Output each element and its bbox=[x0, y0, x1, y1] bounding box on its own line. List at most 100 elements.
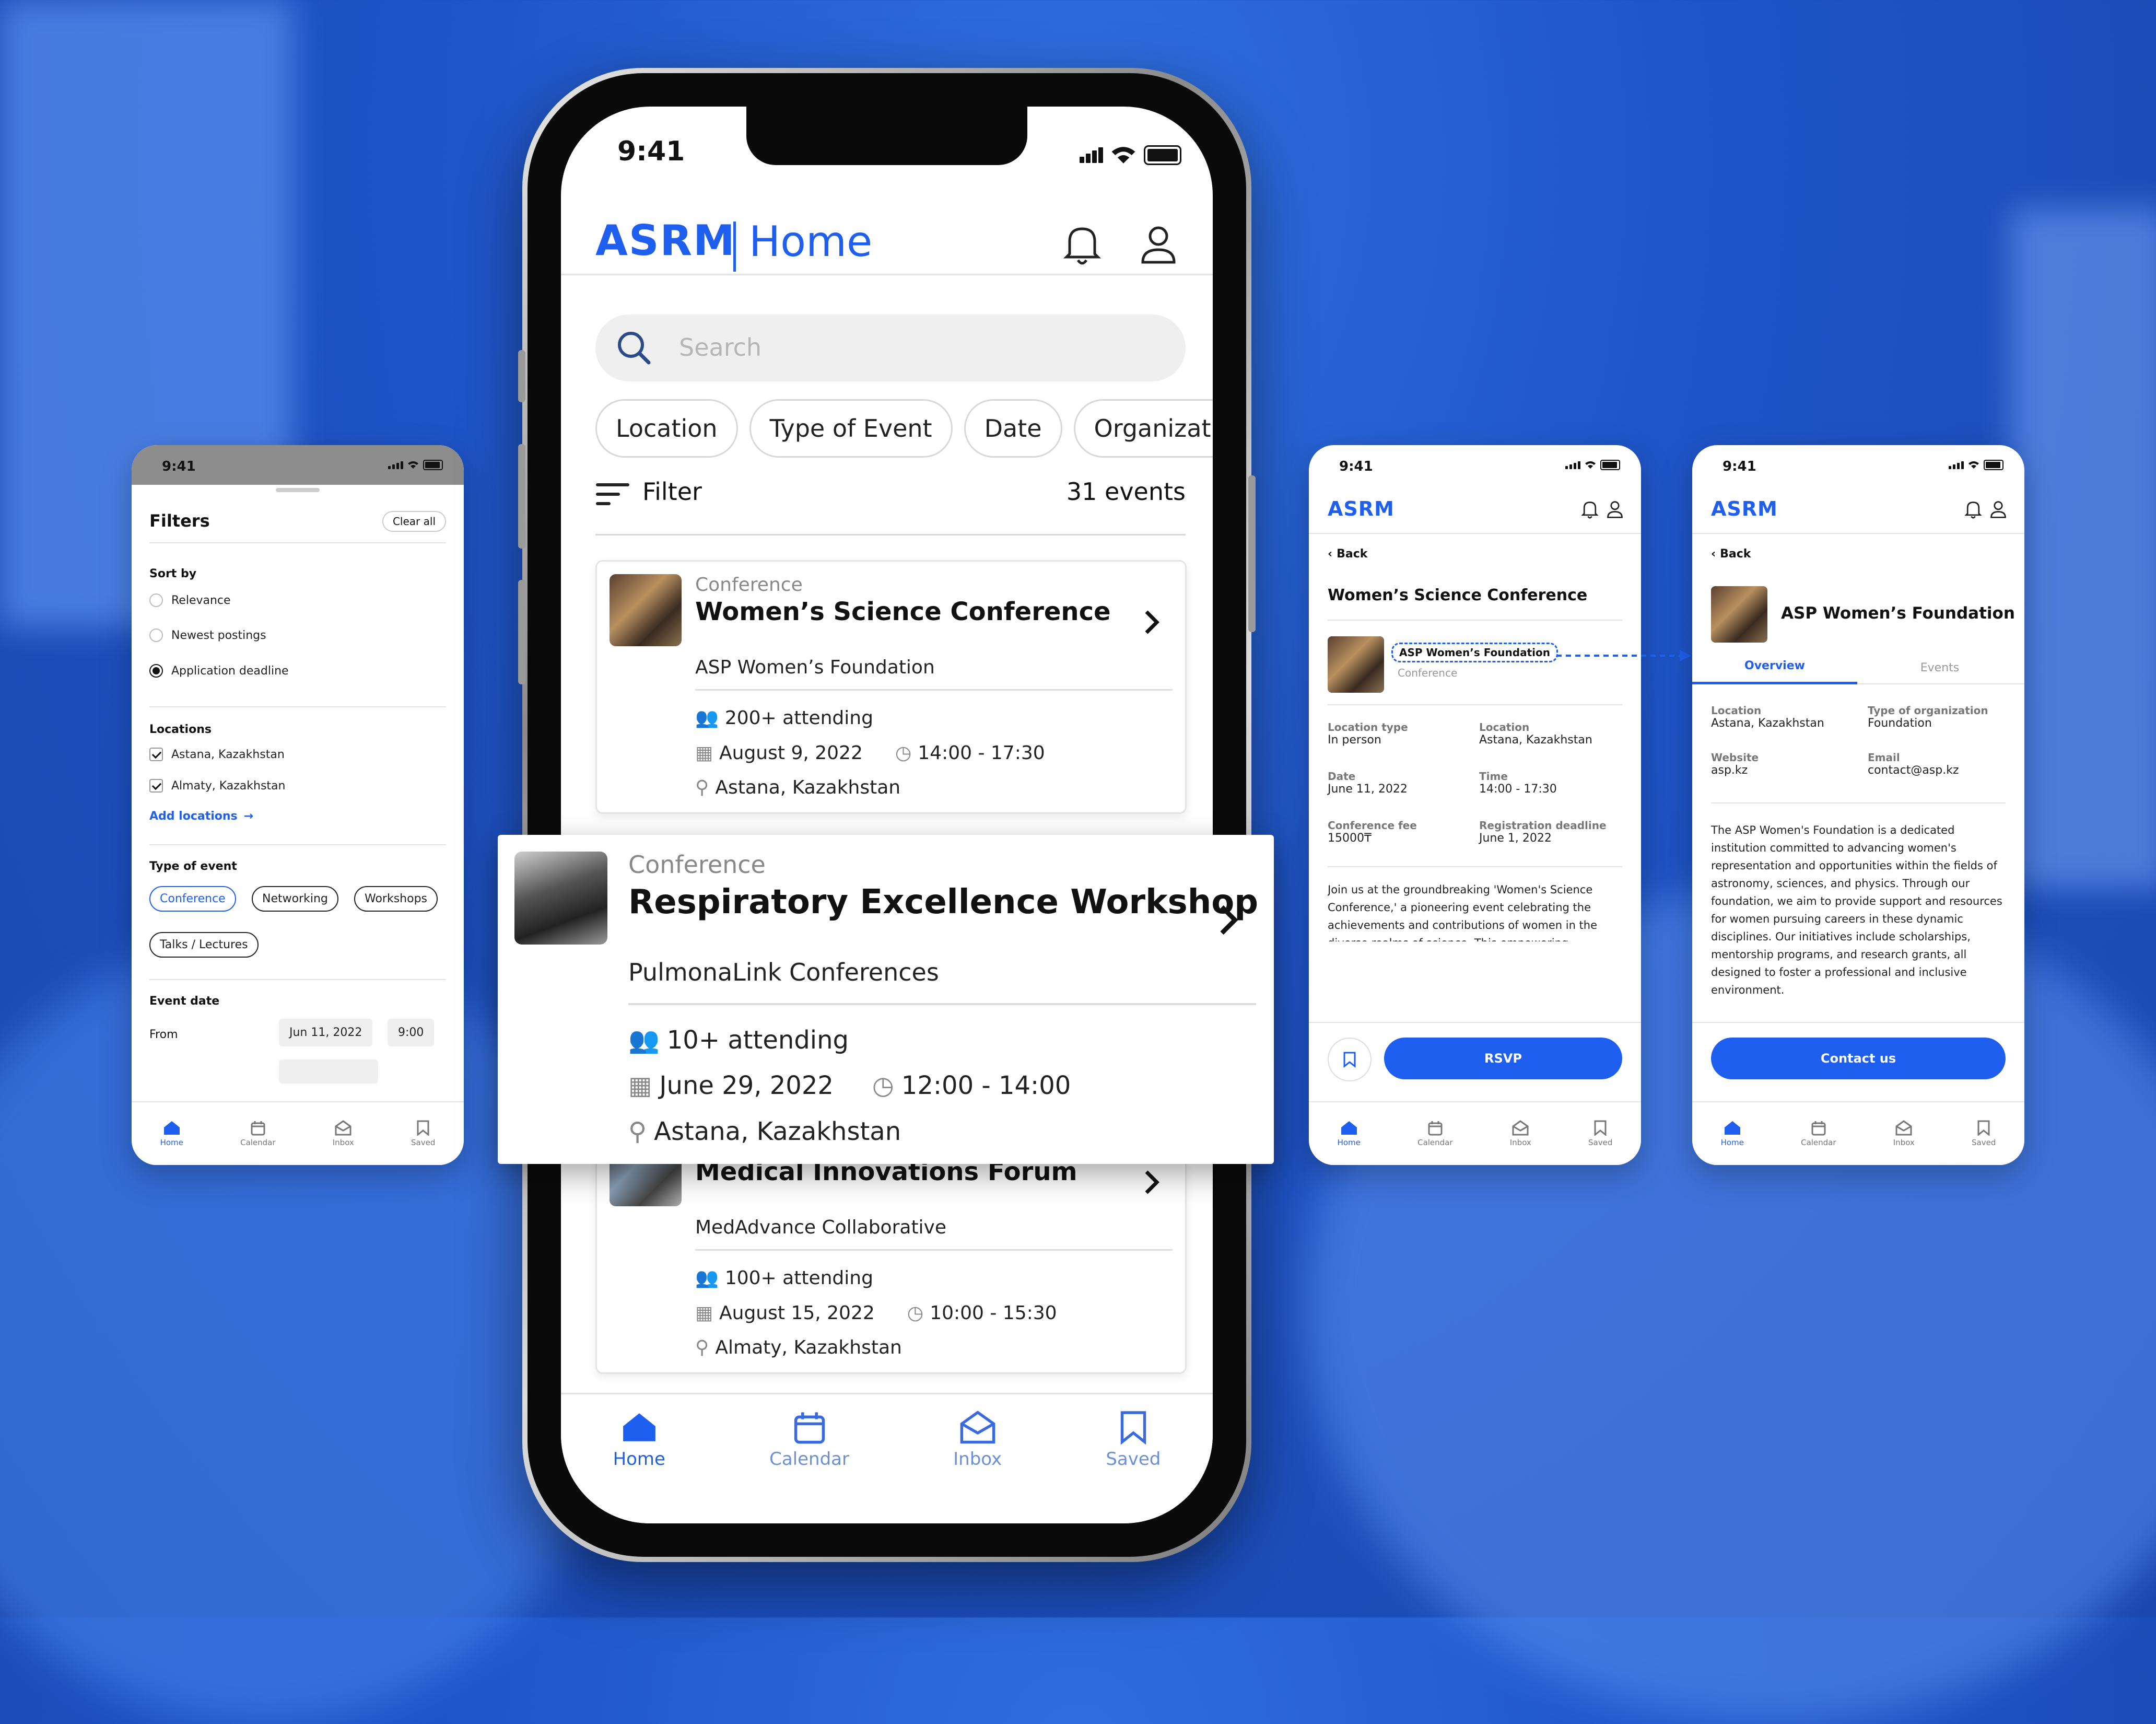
field-date: Date June 11, 2022 bbox=[1328, 770, 1408, 796]
to-date-field[interactable] bbox=[279, 1059, 378, 1084]
event-thumbnail bbox=[610, 574, 682, 646]
bookmark-icon bbox=[417, 1120, 429, 1136]
field-value: 15000₸ bbox=[1328, 832, 1372, 845]
pin-icon: ⚲ bbox=[695, 1337, 709, 1358]
search-input[interactable]: Search bbox=[595, 314, 1186, 381]
wifi-icon bbox=[1111, 147, 1135, 164]
chip-date[interactable]: Date bbox=[964, 399, 1062, 458]
chip-type-of-event[interactable]: Type of Event bbox=[749, 399, 953, 458]
status-icons bbox=[1949, 460, 2003, 470]
tab-home[interactable]: Home bbox=[613, 1410, 665, 1523]
bell-icon[interactable] bbox=[1964, 499, 1983, 519]
field-label: Conference fee bbox=[1328, 819, 1417, 832]
tab-calendar[interactable]: Calendar bbox=[1801, 1120, 1836, 1147]
tab-saved[interactable]: Saved bbox=[1972, 1120, 1996, 1147]
type-pill-talks[interactable]: Talks / Lectures bbox=[149, 932, 259, 958]
tab-saved[interactable]: Saved bbox=[411, 1120, 435, 1147]
attending-count: 200+ attending bbox=[724, 707, 873, 729]
rsvp-button[interactable]: RSVP bbox=[1384, 1038, 1622, 1079]
divider bbox=[149, 706, 446, 707]
sort-option-relevance[interactable]: Relevance bbox=[149, 593, 231, 607]
tab-overview[interactable]: Overview bbox=[1692, 659, 1857, 672]
tab-bar: Home Calendar Inbox Saved bbox=[561, 1393, 1213, 1523]
sort-option-deadline[interactable]: Application deadline bbox=[149, 664, 289, 678]
tab-saved[interactable]: Saved bbox=[1588, 1120, 1612, 1147]
field-label: Type of organization bbox=[1868, 704, 1988, 717]
signal-icon bbox=[388, 461, 403, 469]
event-title: Women’s Science Conference bbox=[695, 597, 1111, 626]
filter-icon[interactable] bbox=[595, 482, 630, 508]
tab-home[interactable]: Home bbox=[1721, 1120, 1744, 1147]
tab-label: Saved bbox=[411, 1138, 436, 1147]
tab-inbox[interactable]: Inbox bbox=[1893, 1120, 1915, 1147]
chip-organization[interactable]: Organizatic bbox=[1073, 399, 1213, 458]
back-button[interactable]: ‹ Back bbox=[1328, 548, 1367, 561]
location-checkbox-almaty[interactable]: Almaty, Kazakhstan bbox=[149, 779, 285, 793]
bell-icon[interactable] bbox=[1061, 223, 1103, 266]
field-value: June 11, 2022 bbox=[1328, 783, 1408, 796]
add-locations-link[interactable]: Add locations → bbox=[149, 810, 253, 823]
tab-indicator bbox=[1692, 682, 1857, 684]
tab-inbox[interactable]: Inbox bbox=[953, 1410, 1002, 1523]
featured-event-card[interactable]: Conference Respiratory Excellence Worksh… bbox=[498, 835, 1274, 1164]
user-icon[interactable] bbox=[1138, 223, 1179, 266]
field-fee: Conference fee 15000₸ bbox=[1328, 819, 1417, 845]
home-screen: 9:41 ASRM Home Search Location Type of E… bbox=[561, 107, 1213, 1523]
tab-home[interactable]: Home bbox=[1338, 1120, 1361, 1147]
chevron-right-icon[interactable] bbox=[1141, 609, 1162, 636]
back-button[interactable]: ‹ Back bbox=[1711, 548, 1751, 561]
phone-side-button bbox=[518, 350, 525, 402]
field-value: June 1, 2022 bbox=[1479, 832, 1552, 845]
clear-all-button[interactable]: Clear all bbox=[382, 511, 446, 532]
from-date-field[interactable]: Jun 11, 2022 bbox=[279, 1019, 373, 1046]
location-checkbox-astana[interactable]: Astana, Kazakhstan bbox=[149, 748, 285, 761]
chip-location[interactable]: Location bbox=[595, 399, 738, 458]
chevron-right-icon[interactable] bbox=[1141, 1169, 1162, 1196]
tab-calendar[interactable]: Calendar bbox=[769, 1410, 849, 1523]
bookmark-icon bbox=[1977, 1120, 1990, 1136]
tab-events[interactable]: Events bbox=[1857, 661, 2022, 674]
type-pill-conference[interactable]: Conference bbox=[149, 886, 236, 912]
home-icon bbox=[623, 1413, 655, 1441]
filter-button[interactable]: Filter bbox=[642, 477, 702, 506]
bell-icon[interactable] bbox=[1580, 499, 1599, 519]
divider bbox=[695, 1249, 1173, 1251]
pin-icon: ⚲ bbox=[628, 1117, 647, 1146]
tab-calendar[interactable]: Calendar bbox=[1417, 1120, 1453, 1147]
field-value[interactable]: contact@asp.kz bbox=[1868, 764, 1959, 777]
save-button[interactable] bbox=[1328, 1038, 1372, 1081]
calendar-icon bbox=[251, 1121, 265, 1136]
tab-inbox[interactable]: Inbox bbox=[333, 1120, 354, 1147]
tab-inbox[interactable]: Inbox bbox=[1510, 1120, 1531, 1147]
app-header: ASRM Home bbox=[561, 201, 1213, 275]
type-pill-workshops[interactable]: Workshops bbox=[354, 886, 438, 912]
sort-option-newest[interactable]: Newest postings bbox=[149, 628, 266, 642]
background-blur bbox=[2011, 209, 2156, 888]
tab-home[interactable]: Home bbox=[160, 1120, 183, 1147]
type-pill-networking[interactable]: Networking bbox=[252, 886, 338, 912]
tab-label: Inbox bbox=[953, 1449, 1002, 1470]
chevron-right-icon[interactable] bbox=[1215, 903, 1241, 937]
contact-us-button[interactable]: Contact us bbox=[1711, 1038, 2006, 1079]
event-card[interactable]: Conference Women’s Science Conference AS… bbox=[595, 560, 1187, 814]
user-icon[interactable] bbox=[1989, 499, 2008, 519]
app-header: ASRM bbox=[1692, 485, 2024, 534]
user-icon[interactable] bbox=[1606, 499, 1624, 519]
home-icon bbox=[163, 1121, 180, 1135]
calendar-icon: ▦ bbox=[695, 1302, 713, 1324]
divider bbox=[695, 689, 1173, 691]
field-organization-type: Type of organization Foundation bbox=[1868, 704, 1988, 730]
divider bbox=[149, 979, 446, 980]
calendar-icon bbox=[794, 1412, 825, 1444]
from-time-field[interactable]: 9:00 bbox=[388, 1019, 435, 1046]
sheet-handle[interactable] bbox=[276, 488, 320, 492]
event-count: 31 events bbox=[1066, 477, 1186, 506]
organizer-link[interactable]: ASP Women’s Foundation bbox=[1391, 643, 1558, 662]
status-icons bbox=[1080, 145, 1181, 165]
phone-side-button bbox=[518, 444, 525, 549]
tab-saved[interactable]: Saved bbox=[1106, 1410, 1161, 1523]
field-value[interactable]: asp.kz bbox=[1711, 764, 1759, 777]
status-time: 9:41 bbox=[617, 136, 685, 167]
event-location: Astana, Kazakhstan bbox=[654, 1117, 901, 1146]
tab-calendar[interactable]: Calendar bbox=[240, 1120, 276, 1147]
